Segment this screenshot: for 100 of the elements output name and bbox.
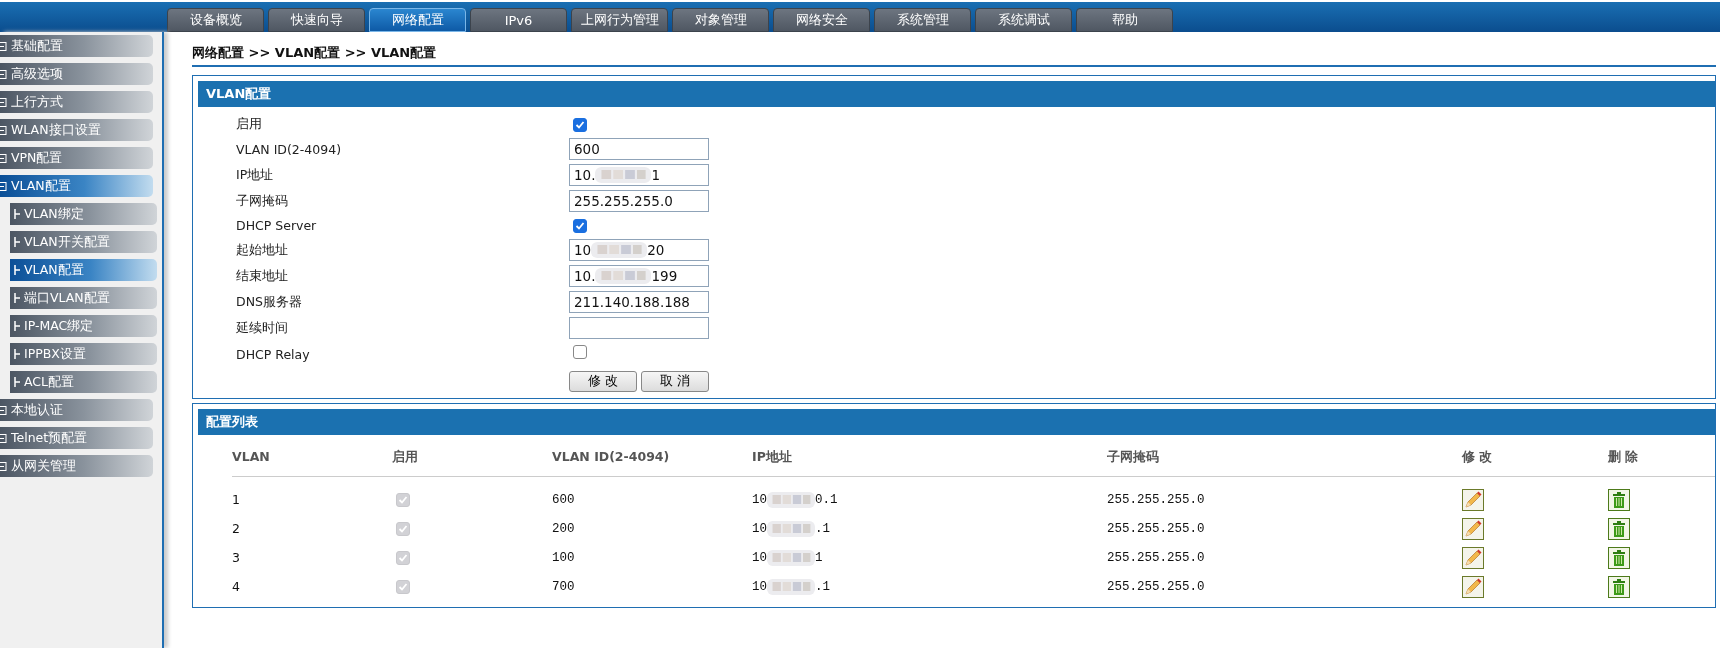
sidebar-item[interactable]: VLAN配置 — [0, 175, 153, 197]
sidebar-subitem[interactable]: IP-MAC绑定 — [10, 315, 157, 337]
nav-tab[interactable]: 系统管理 — [874, 8, 971, 32]
edit-icon[interactable] — [1462, 575, 1484, 598]
column-header: VLAN ID(2-4094) — [552, 443, 752, 477]
redaction-blur — [767, 520, 815, 537]
checkbox[interactable] — [396, 579, 410, 594]
sidebar-item[interactable]: 本地认证 — [0, 399, 153, 421]
branch-icon — [14, 265, 20, 275]
sidebar-item[interactable]: 从网关管理 — [0, 455, 153, 477]
nav-tab[interactable]: 网络安全 — [773, 8, 870, 32]
edit-icon[interactable] — [1462, 488, 1484, 511]
sidebar-subitem[interactable]: 端口VLAN配置 — [10, 287, 157, 309]
branch-icon — [14, 377, 20, 387]
checkbox[interactable] — [573, 219, 587, 233]
table-cell: 255.255.255.0 — [1107, 579, 1205, 594]
collapse-icon — [0, 125, 7, 135]
collapse-icon — [0, 153, 7, 163]
redaction-blur — [595, 167, 652, 183]
sidebar-item[interactable]: 上行方式 — [0, 91, 153, 113]
nav-tab[interactable]: IPv6 — [470, 8, 567, 32]
checkbox[interactable] — [573, 118, 587, 132]
table-cell: 200 — [552, 521, 575, 536]
table-cell: 10 — [752, 492, 767, 507]
field-label: 结束地址 — [236, 267, 289, 285]
table-cell: .1 — [815, 521, 831, 536]
sidebar-item[interactable]: WLAN接口设置 — [0, 119, 153, 141]
column-header: 子网掩码 — [1107, 443, 1462, 477]
field-label: 子网掩码 — [236, 192, 289, 210]
field-label: DHCP Server — [236, 218, 318, 233]
input-field[interactable]: 600 — [569, 138, 709, 160]
edit-icon[interactable] — [1462, 517, 1484, 540]
cancel-button[interactable]: 取 消 — [641, 371, 709, 392]
nav-tab[interactable]: 快速向导 — [268, 8, 365, 32]
nav-tab[interactable]: 帮助 — [1076, 8, 1173, 32]
input-field[interactable]: 10. 199 — [569, 265, 709, 287]
trash-icon[interactable] — [1608, 517, 1630, 540]
checkbox[interactable] — [573, 345, 587, 359]
collapse-icon — [0, 181, 7, 191]
redaction-blur — [767, 491, 815, 508]
sidebar-item[interactable]: VPN配置 — [0, 147, 153, 169]
nav-tab[interactable]: 系统调试 — [975, 8, 1072, 32]
table-cell: 255.255.255.0 — [1107, 550, 1205, 565]
collapse-icon — [0, 97, 7, 107]
redaction-blur — [767, 549, 815, 566]
branch-icon — [14, 209, 20, 219]
field-label: DHCP Relay — [236, 346, 311, 362]
table-cell: 4 — [232, 579, 240, 594]
checkbox[interactable] — [396, 492, 410, 507]
column-header: VLAN — [232, 443, 392, 477]
sidebar-subitem[interactable]: VLAN开关配置 — [10, 231, 157, 253]
modify-button[interactable]: 修 改 — [569, 371, 637, 392]
input-field[interactable]: 10 20 — [569, 239, 709, 261]
input-field[interactable] — [569, 317, 709, 339]
table-cell: 1 — [815, 550, 823, 565]
nav-tab[interactable]: 对象管理 — [672, 8, 769, 32]
checkbox[interactable] — [396, 550, 410, 565]
branch-icon — [14, 237, 20, 247]
sidebar-item[interactable]: 基础配置 — [0, 35, 153, 57]
trash-icon[interactable] — [1608, 488, 1630, 511]
table-cell: 2 — [232, 521, 240, 536]
edit-icon[interactable] — [1462, 546, 1484, 569]
table-cell: 3 — [232, 550, 240, 565]
nav-tab[interactable]: 设备概览 — [167, 8, 264, 32]
column-header: 删 除 — [1608, 443, 1715, 477]
field-label: DNS服务器 — [236, 293, 303, 311]
sidebar-subitem[interactable]: VLAN配置 — [10, 259, 157, 281]
panel-header: VLAN配置 — [198, 81, 1715, 107]
checkbox[interactable] — [396, 521, 410, 536]
panel-header: 配置列表 — [198, 409, 1715, 435]
table-cell: 255.255.255.0 — [1107, 521, 1205, 536]
input-field[interactable]: 255.255.255.0 — [569, 190, 709, 212]
field-label: 启用 — [236, 116, 263, 133]
redaction-blur — [767, 578, 815, 595]
input-field[interactable]: 211.140.188.188 — [569, 291, 709, 313]
table-cell: 10 — [752, 521, 767, 536]
sidebar-item[interactable]: Telnet预配置 — [0, 427, 153, 449]
trash-icon[interactable] — [1608, 546, 1630, 569]
sidebar-item[interactable]: 高级选项 — [0, 63, 153, 85]
input-field[interactable]: 10. 1 — [569, 164, 709, 186]
redaction-blur — [595, 268, 652, 284]
column-header: 启用 — [392, 443, 552, 477]
table-cell: .1 — [815, 579, 831, 594]
collapse-icon — [0, 433, 7, 443]
column-header: IP地址 — [752, 443, 1107, 477]
sidebar-subitem[interactable]: ACL配置 — [10, 371, 157, 393]
table-cell: 255.255.255.0 — [1107, 492, 1205, 507]
nav-tab[interactable]: 网络配置 — [369, 8, 466, 32]
trash-icon[interactable] — [1608, 575, 1630, 598]
table-cell: 10 — [752, 579, 767, 594]
branch-icon — [14, 321, 20, 331]
table-cell: 0.1 — [815, 492, 838, 507]
column-header: 修 改 — [1462, 443, 1608, 477]
field-label: IP地址 — [236, 166, 275, 184]
sidebar-subitem[interactable]: VLAN绑定 — [10, 203, 157, 225]
table-cell: 1 — [232, 492, 240, 507]
field-label: VLAN ID(2-4094) — [236, 141, 343, 157]
sidebar-subitem[interactable]: IPPBX设置 — [10, 343, 157, 365]
nav-tab[interactable]: 上网行为管理 — [571, 8, 668, 32]
redaction-blur — [591, 242, 648, 258]
